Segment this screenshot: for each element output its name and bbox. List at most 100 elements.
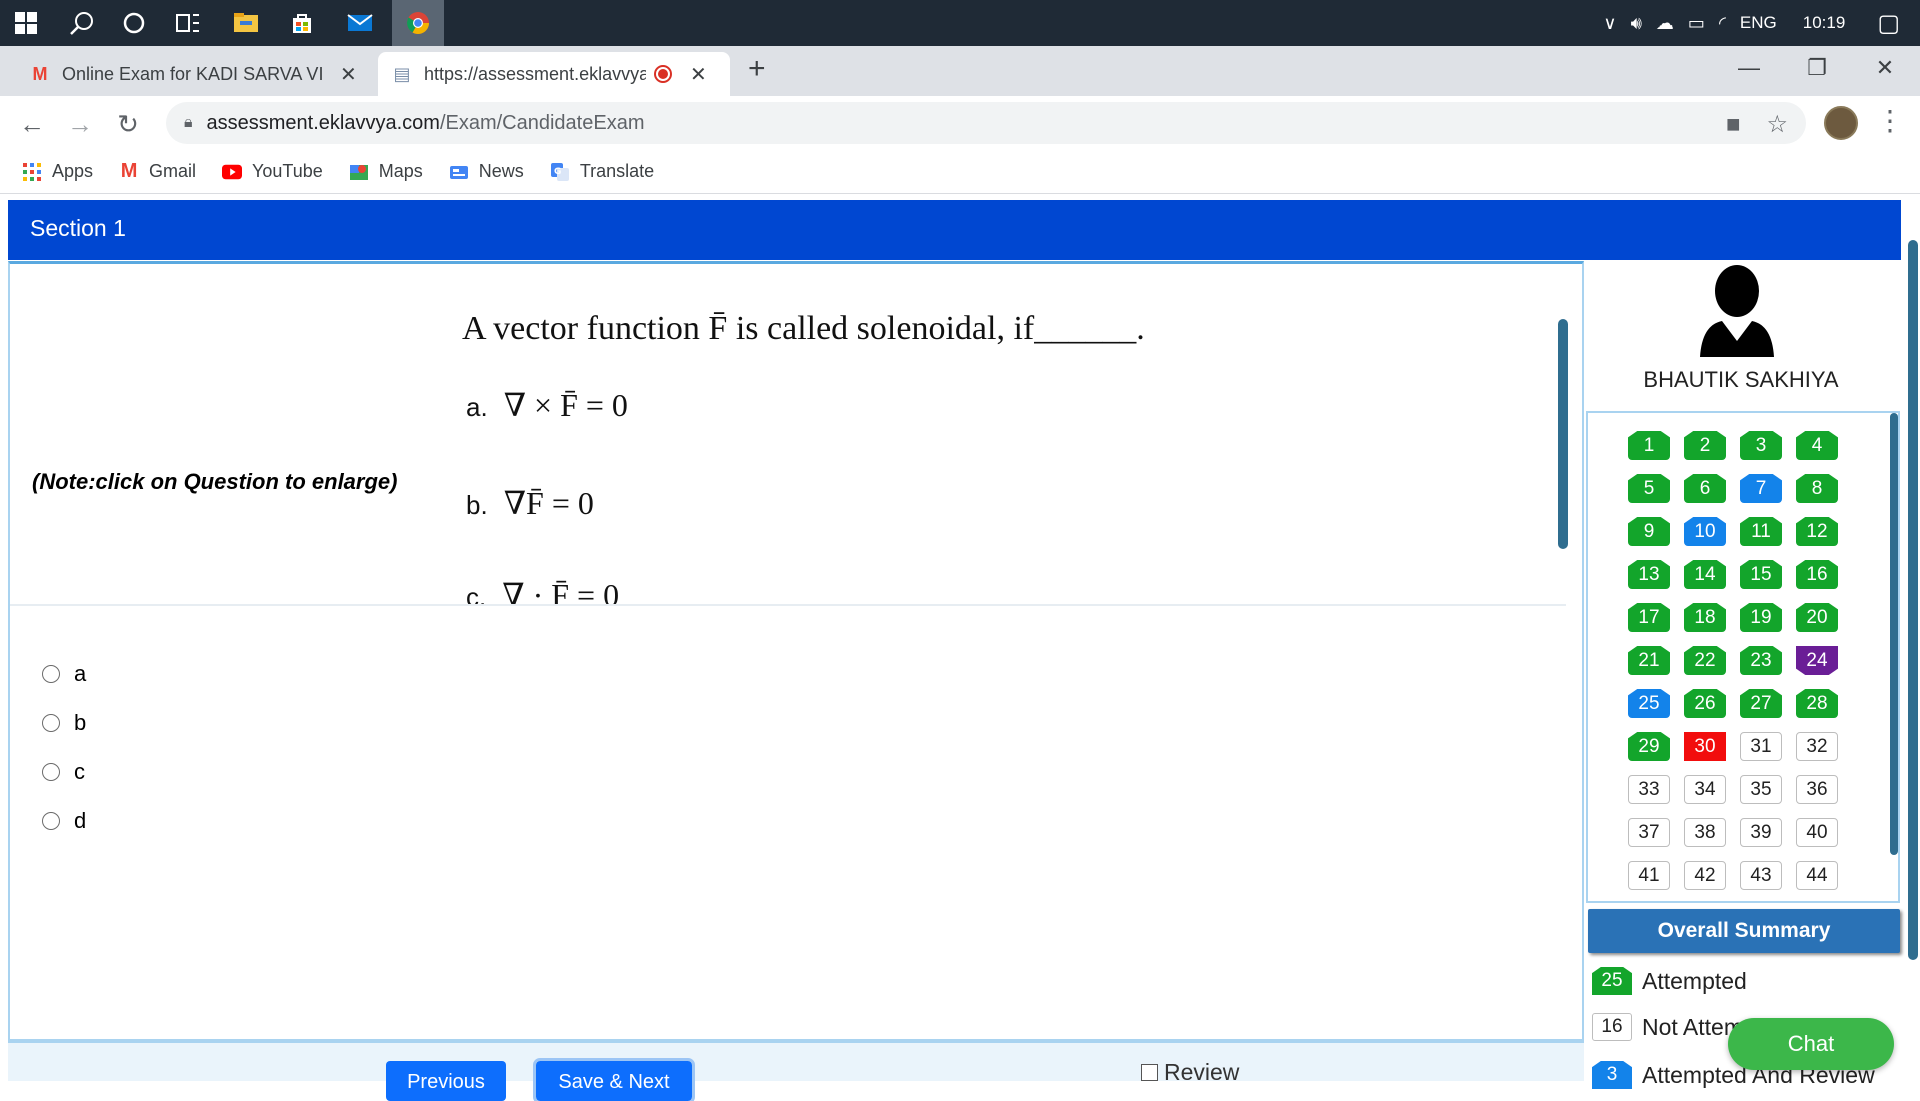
palette-question-button[interactable]: 35 <box>1740 775 1782 804</box>
palette-question-button[interactable]: 16 <box>1796 560 1838 589</box>
review-checkbox[interactable] <box>1141 1064 1158 1081</box>
palette-question-button[interactable]: 6 <box>1684 474 1726 503</box>
palette-question-button[interactable]: 33 <box>1628 775 1670 804</box>
palette-question-button[interactable]: 36 <box>1796 775 1838 804</box>
answer-option-c[interactable]: c <box>42 747 86 796</box>
bookmark-maps[interactable]: Maps <box>349 161 423 182</box>
palette-question-button[interactable]: 38 <box>1684 818 1726 847</box>
palette-question-button[interactable]: 1 <box>1628 431 1670 460</box>
close-window-button[interactable]: ✕ <box>1850 48 1920 88</box>
chrome-icon[interactable] <box>392 0 444 46</box>
question-scrollbar[interactable] <box>1558 319 1568 549</box>
language-indicator[interactable]: ENG <box>1740 13 1777 33</box>
tab-assessment[interactable]: ▤ https://assessment.eklavvya.c ✕ <box>378 52 730 96</box>
search-icon[interactable] <box>56 0 108 46</box>
palette-question-button[interactable]: 11 <box>1740 517 1782 546</box>
palette-question-button[interactable]: 2 <box>1684 431 1726 460</box>
mail-icon[interactable] <box>334 0 386 46</box>
clock[interactable]: 10:19 <box>1803 13 1846 33</box>
palette-question-button[interactable]: 26 <box>1684 689 1726 718</box>
bookmark-translate[interactable]: G Translate <box>550 161 654 182</box>
palette-question-button[interactable]: 39 <box>1740 818 1782 847</box>
palette-question-button[interactable]: 28 <box>1796 689 1838 718</box>
palette-question-button[interactable]: 30 <box>1684 732 1726 761</box>
volume-icon[interactable]: 🔊︎ <box>1631 13 1642 34</box>
bookmark-gmail[interactable]: M Gmail <box>119 160 196 182</box>
camera-icon[interactable]: ■ <box>1726 111 1741 139</box>
cortana-icon[interactable] <box>108 0 160 46</box>
palette-question-button[interactable]: 23 <box>1740 646 1782 675</box>
palette-question-button[interactable]: 32 <box>1796 732 1838 761</box>
palette-question-button[interactable]: 40 <box>1796 818 1838 847</box>
palette-question-button[interactable]: 8 <box>1796 474 1838 503</box>
palette-question-button[interactable]: 34 <box>1684 775 1726 804</box>
palette-question-button[interactable]: 41 <box>1628 861 1670 890</box>
palette-question-button[interactable]: 5 <box>1628 474 1670 503</box>
notification-icon[interactable]: ▢ <box>1877 9 1900 38</box>
save-next-button[interactable]: Save & Next <box>533 1058 695 1101</box>
palette-question-button[interactable]: 43 <box>1740 861 1782 890</box>
palette-question-button[interactable]: 18 <box>1684 603 1726 632</box>
bookmark-news[interactable]: News <box>449 161 524 182</box>
back-arrow-icon[interactable]: ← <box>14 106 50 142</box>
new-tab-button[interactable]: + <box>748 52 766 86</box>
answer-option-a[interactable]: a <box>42 649 86 698</box>
star-icon[interactable]: ☆ <box>1766 110 1788 139</box>
tab-gmail[interactable]: M Online Exam for KADI SARVA VIS ✕ <box>16 52 372 96</box>
palette-question-button[interactable]: 25 <box>1628 689 1670 718</box>
bookmark-youtube[interactable]: YouTube <box>222 161 323 182</box>
battery-icon[interactable]: ▭ <box>1688 13 1705 34</box>
radio-button[interactable] <box>42 811 60 830</box>
reload-icon[interactable]: ↻ <box>110 106 146 142</box>
file-explorer-icon[interactable] <box>220 0 272 46</box>
minimize-button[interactable]: — <box>1714 48 1784 88</box>
palette-question-button[interactable]: 3 <box>1740 431 1782 460</box>
previous-button[interactable]: Previous <box>386 1061 506 1101</box>
palette-question-button[interactable]: 4 <box>1796 431 1838 460</box>
review-toggle[interactable]: Review <box>1141 1059 1239 1086</box>
bookmark-apps[interactable]: Apps <box>22 161 93 182</box>
palette-question-button[interactable]: 17 <box>1628 603 1670 632</box>
task-view-icon[interactable] <box>162 0 214 46</box>
question-image[interactable]: A vector function F̄ is called solenoida… <box>450 294 1530 604</box>
answer-option-d[interactable]: d <box>42 796 86 845</box>
wifi-icon[interactable]: ◜ <box>1719 13 1726 34</box>
palette-question-button[interactable]: 10 <box>1684 517 1726 546</box>
profile-avatar[interactable] <box>1824 106 1858 140</box>
chat-button[interactable]: Chat <box>1728 1018 1894 1070</box>
palette-question-button[interactable]: 29 <box>1628 732 1670 761</box>
restore-button[interactable]: ❐ <box>1782 48 1852 88</box>
palette-question-button[interactable]: 7 <box>1740 474 1782 503</box>
menu-dots-icon[interactable]: ⋮ <box>1876 104 1904 137</box>
palette-question-button[interactable]: 22 <box>1684 646 1726 675</box>
palette-question-button[interactable]: 13 <box>1628 560 1670 589</box>
palette-question-button[interactable]: 9 <box>1628 517 1670 546</box>
palette-question-button[interactable]: 27 <box>1740 689 1782 718</box>
onedrive-cloud-icon[interactable]: ☁ <box>1656 13 1674 34</box>
page-scrollbar[interactable] <box>1908 240 1918 960</box>
windows-start-icon[interactable] <box>0 0 52 46</box>
close-icon[interactable]: ✕ <box>340 62 357 87</box>
forward-arrow-icon[interactable]: → <box>62 106 98 142</box>
palette-question-button[interactable]: 44 <box>1796 861 1838 890</box>
palette-question-button[interactable]: 19 <box>1740 603 1782 632</box>
radio-button[interactable] <box>42 713 60 732</box>
address-bar[interactable]: 🔒︎ assessment.eklavvya.com/Exam/Candidat… <box>166 102 1806 144</box>
palette-question-button[interactable]: 31 <box>1740 732 1782 761</box>
radio-button[interactable] <box>42 664 60 683</box>
palette-question-button[interactable]: 21 <box>1628 646 1670 675</box>
palette-question-button[interactable]: 12 <box>1796 517 1838 546</box>
palette-question-button[interactable]: 15 <box>1740 560 1782 589</box>
radio-button[interactable] <box>42 762 60 781</box>
palette-question-button[interactable]: 42 <box>1684 861 1726 890</box>
chevron-up-icon[interactable]: ∨ <box>1603 13 1616 34</box>
store-icon[interactable] <box>276 0 328 46</box>
palette-question-button[interactable]: 14 <box>1684 560 1726 589</box>
close-icon[interactable]: ✕ <box>690 62 707 87</box>
palette-scrollbar[interactable] <box>1890 413 1898 855</box>
palette-question-button[interactable]: 24 <box>1796 646 1838 675</box>
palette-question-button[interactable]: 20 <box>1796 603 1838 632</box>
answer-option-b[interactable]: b <box>42 698 86 747</box>
lock-icon[interactable]: 🔒︎ <box>184 114 193 132</box>
palette-question-button[interactable]: 37 <box>1628 818 1670 847</box>
